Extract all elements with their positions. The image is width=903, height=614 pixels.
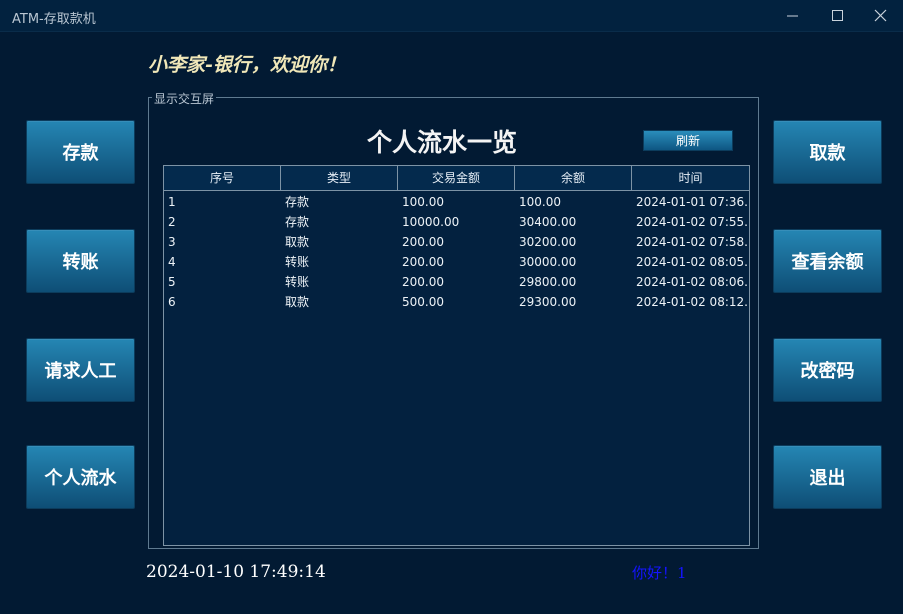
display-panel-label: 显示交互屏 [152,90,217,107]
check-balance-button[interactable]: 查看余额 [773,229,882,293]
table-cell: 3 [168,235,176,249]
table-row[interactable]: 5 转账 200.00 29800.00 2024-01-02 08:06... [164,272,749,292]
table-row[interactable]: 3 取款 200.00 30200.00 2024-01-02 07:58... [164,232,749,252]
table-cell: 30200.00 [519,235,577,249]
exit-button[interactable]: 退出 [773,445,882,509]
table-cell: 10000.00 [402,215,460,229]
table-row[interactable]: 6 取款 500.00 29300.00 2024-01-02 08:12... [164,292,749,312]
greeting-text: 你好！1 [632,564,687,582]
column-header[interactable]: 时间 [632,166,749,190]
statement-table[interactable]: 序号 类型 交易金额 余额 时间 1 存款 100.00 100.00 2024-01-… [163,165,750,546]
table-cell: 2024-01-02 07:55... [636,215,749,229]
personal-statement-button[interactable]: 个人流水 [26,445,135,509]
close-button[interactable] [858,0,903,31]
table-cell: 5 [168,275,176,289]
table-header: 序号 类型 交易金额 余额 时间 [164,166,749,191]
table-cell: 取款 [285,235,310,249]
column-header[interactable]: 交易金额 [398,166,515,190]
title-bar: ATM-存取款机 [0,0,903,32]
table-cell: 100.00 [402,195,444,209]
maximize-button[interactable] [815,0,861,31]
change-password-button[interactable]: 改密码 [773,338,882,402]
table-cell: 转账 [285,255,310,269]
table-cell: 29300.00 [519,295,577,309]
table-row[interactable]: 1 存款 100.00 100.00 2024-01-01 07:36... [164,192,749,212]
deposit-button[interactable]: 存款 [26,120,135,184]
table-cell: 2024-01-01 07:36... [636,195,749,209]
table-cell: 4 [168,255,176,269]
table-cell: 取款 [285,295,310,309]
table-cell: 200.00 [402,235,444,249]
table-row[interactable]: 4 转账 200.00 30000.00 2024-01-02 08:05... [164,252,749,272]
close-icon [874,9,887,22]
table-cell: 2024-01-02 08:06... [636,275,749,289]
table-cell: 2024-01-02 08:05... [636,255,749,269]
table-cell: 2 [168,215,176,229]
table-cell: 2024-01-02 08:12... [636,295,749,309]
table-cell: 存款 [285,215,310,229]
column-header[interactable]: 序号 [164,166,281,190]
column-header[interactable]: 余额 [515,166,632,190]
transfer-button[interactable]: 转账 [26,229,135,293]
withdraw-button[interactable]: 取款 [773,120,882,184]
table-cell: 6 [168,295,176,309]
panel-title: 个人流水一览 [367,128,518,157]
table-cell: 29800.00 [519,275,577,289]
welcome-message: 小李家-银行，欢迎你！ [148,54,346,76]
table-cell: 转账 [285,275,310,289]
table-row[interactable]: 2 存款 10000.00 30400.00 2024-01-02 07:55... [164,212,749,232]
table-cell: 存款 [285,195,310,209]
table-cell: 100.00 [519,195,561,209]
column-header[interactable]: 类型 [281,166,398,190]
minimize-button[interactable] [770,0,816,31]
refresh-button[interactable]: 刷新 [643,130,733,151]
window-title: ATM-存取款机 [12,12,96,27]
table-cell: 1 [168,195,176,209]
table-cell: 500.00 [402,295,444,309]
request-staff-button[interactable]: 请求人工 [26,338,135,402]
table-cell: 200.00 [402,275,444,289]
table-cell: 30000.00 [519,255,577,269]
datetime-display: 2024-01-10 17:49:14 [146,562,326,582]
table-cell: 30400.00 [519,215,577,229]
minimize-icon [787,15,798,17]
maximize-icon [832,10,843,21]
table-cell: 200.00 [402,255,444,269]
table-cell: 2024-01-02 07:58... [636,235,749,249]
